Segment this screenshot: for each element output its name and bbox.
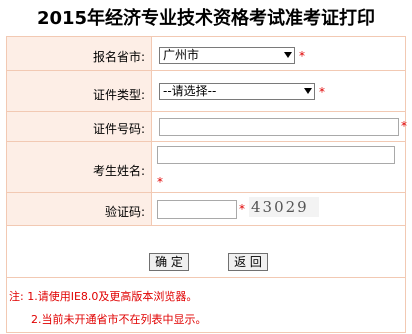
province-selected-value: 广州市 <box>163 48 200 62</box>
captcha-label: 验证码: <box>104 205 145 219</box>
id-number-row: 证件号码: * <box>7 112 407 142</box>
required-mark: * <box>157 175 163 189</box>
captcha-input[interactable] <box>157 200 237 219</box>
button-row <box>7 226 405 278</box>
chevron-down-icon[interactable] <box>284 52 292 58</box>
id-number-value-cell: * <box>152 112 407 142</box>
province-value-cell: 广州市 * <box>152 37 405 71</box>
province-label-cell: 报名省市: <box>7 37 152 71</box>
required-mark: * <box>239 202 245 216</box>
captcha-value-cell: * 43029 <box>152 193 405 226</box>
id-type-label-cell: 证件类型: <box>7 71 152 112</box>
id-type-label: 证件类型: <box>92 88 145 102</box>
id-number-label: 证件号码: <box>92 122 145 136</box>
chevron-down-icon[interactable] <box>304 88 312 94</box>
id-type-select[interactable]: --请选择-- <box>159 83 315 100</box>
province-label: 报名省市: <box>92 50 145 64</box>
id-type-selected-value: --请选择-- <box>163 84 217 98</box>
page-title: 2015年经济专业技术资格考试准考证打印 <box>36 8 376 29</box>
id-number-label-cell: 证件号码: <box>7 112 152 142</box>
id-type-row: 证件类型: --请选择-- * <box>7 71 405 112</box>
id-type-value-cell: --请选择-- * <box>152 71 405 112</box>
name-input[interactable] <box>157 146 395 164</box>
province-select[interactable]: 广州市 <box>159 47 295 64</box>
ticket-print-form: 报名省市: 广州市 * 证件类型: --请选择-- * 证件号码: * 考生姓名… <box>6 36 407 333</box>
captcha-label-cell: 验证码: <box>7 193 152 226</box>
note-line-2: 2.当前未开通省市不在列表中显示。 <box>31 313 207 326</box>
name-row: 考生姓名: * <box>7 142 405 193</box>
required-mark: * <box>401 119 407 133</box>
name-value-cell: * <box>152 142 405 193</box>
note-line-1: 注: 1.请使用IE8.0及更高版本浏览器。 <box>9 290 198 303</box>
id-number-input[interactable] <box>159 118 399 136</box>
required-mark: * <box>299 49 305 63</box>
name-label-cell: 考生姓名: <box>7 142 152 193</box>
confirm-button[interactable]: 确 定 <box>149 253 189 271</box>
captcha-image[interactable]: 43029 <box>249 197 319 217</box>
required-mark: * <box>319 85 325 99</box>
province-row: 报名省市: 广州市 * <box>7 37 405 71</box>
captcha-row: 验证码: * 43029 <box>7 193 405 226</box>
back-button[interactable]: 返 回 <box>228 253 268 271</box>
captcha-text: 43029 <box>251 198 309 216</box>
name-label: 考生姓名: <box>92 164 145 178</box>
